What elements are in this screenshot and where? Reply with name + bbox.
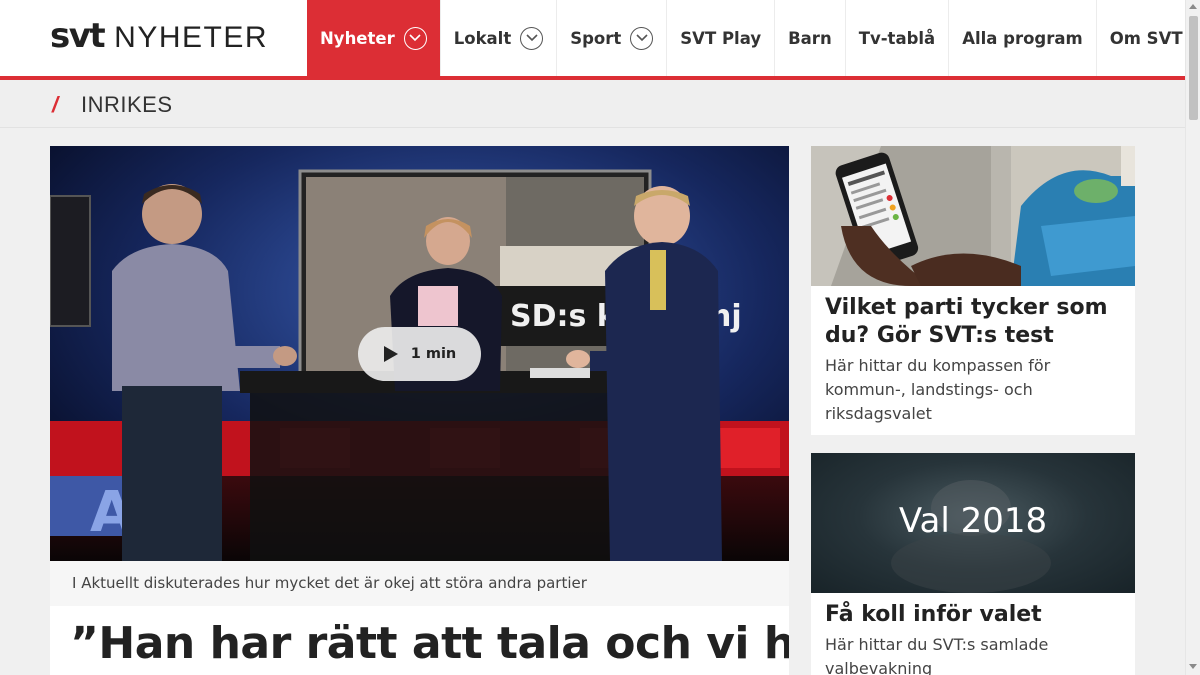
- nav-item-barn[interactable]: Barn: [774, 0, 845, 76]
- main-video[interactable]: SD:s kampanj A: [50, 146, 789, 561]
- nav-item-lokalt[interactable]: Lokalt: [439, 0, 557, 76]
- val-2018-image-text: Val 2018: [898, 501, 1048, 541]
- nav-label: Lokalt: [453, 28, 512, 48]
- nav-item-svt-play[interactable]: SVT Play: [666, 0, 774, 76]
- top-header: svt NYHETER Nyheter Lokalt Sport SVT Pla…: [0, 0, 1185, 76]
- article-headline-box[interactable]: ”Han har rätt att tala och vi har: [50, 606, 789, 675]
- nav-item-om-svt[interactable]: Om SVT: [1095, 0, 1196, 76]
- section-slash-mark: /: [52, 92, 59, 117]
- nav-item-nyheter[interactable]: Nyheter: [307, 0, 440, 76]
- teaser-image-phone[interactable]: [811, 146, 1135, 286]
- nav-item-alla-program[interactable]: Alla program: [948, 0, 1096, 76]
- play-button[interactable]: 1 min: [358, 327, 481, 381]
- scroll-down-arrow-icon[interactable]: [1189, 664, 1197, 669]
- teaser-card-val-2018[interactable]: Val 2018 Få koll inför valet Här hittar …: [811, 453, 1135, 675]
- teaser-description: Här hittar du kompassen för kommun-, lan…: [825, 356, 1051, 423]
- teaser-description: Här hittar du SVT:s samlade valbevakning: [825, 635, 1049, 675]
- nav-label: Nyheter: [320, 28, 395, 48]
- nav-label: Alla program: [962, 28, 1083, 48]
- chevron-down-icon[interactable]: [403, 26, 427, 50]
- teaser-title[interactable]: Vilket parti tycker som du? Gör SVT:s te…: [825, 294, 1125, 350]
- teaser-card-valkompass[interactable]: Vilket parti tycker som du? Gör SVT:s te…: [811, 146, 1135, 435]
- nav-label: Barn: [788, 28, 832, 48]
- main-navigation: Nyheter Lokalt Sport SVT Play Barn Tv-ta…: [307, 0, 1196, 76]
- logo-svt-text: svt: [50, 16, 106, 56]
- teaser-title[interactable]: Få koll inför valet: [825, 601, 1125, 629]
- logo-nyheter-text: NYHETER: [114, 21, 269, 54]
- section-title[interactable]: INRIKES: [81, 92, 173, 118]
- article-headline[interactable]: ”Han har rätt att tala och vi har: [70, 618, 789, 669]
- scrollbar-thumb[interactable]: [1189, 16, 1198, 120]
- play-icon: [383, 345, 399, 363]
- section-bar: / INRIKES: [0, 80, 1185, 128]
- teaser-image-val-2018[interactable]: Val 2018: [811, 453, 1135, 593]
- video-duration: 1 min: [410, 346, 457, 362]
- svt-nyheter-logo[interactable]: svt NYHETER: [50, 16, 268, 56]
- nav-label: SVT Play: [680, 28, 762, 48]
- chevron-down-icon[interactable]: [520, 26, 544, 50]
- nav-label: Tv-tablå: [858, 28, 936, 48]
- page-scrollbar[interactable]: [1185, 0, 1200, 675]
- nav-label: Om SVT: [1109, 28, 1183, 48]
- nav-item-sport[interactable]: Sport: [556, 0, 666, 76]
- nav-item-tv-tabla[interactable]: Tv-tablå: [844, 0, 948, 76]
- chevron-down-icon[interactable]: [630, 26, 654, 50]
- scroll-up-arrow-icon[interactable]: [1189, 4, 1197, 9]
- nav-label: Sport: [570, 28, 622, 48]
- video-caption: I Aktuellt diskuterades hur mycket det ä…: [50, 561, 789, 606]
